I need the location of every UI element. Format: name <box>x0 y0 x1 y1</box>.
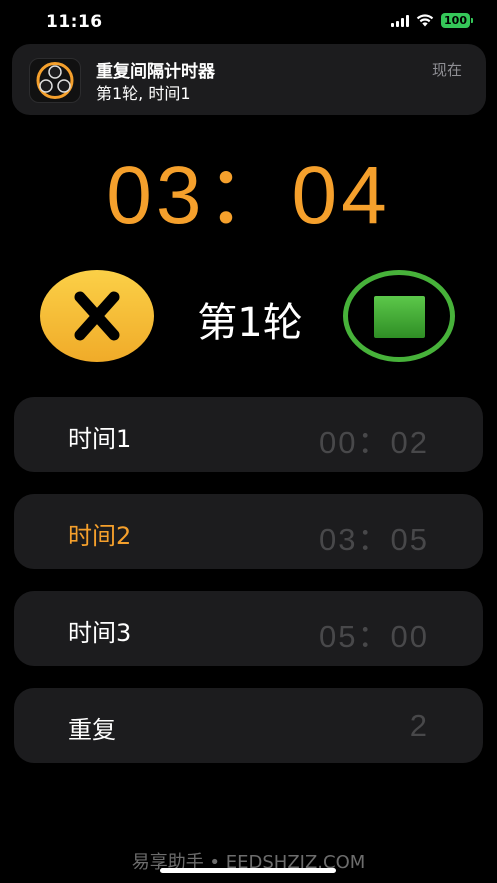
status-bar: 11:16 100 <box>0 0 497 44</box>
interval-label: 时间3 <box>68 619 132 647</box>
home-indicator[interactable] <box>160 868 336 873</box>
notification-time: 现在 <box>431 61 462 79</box>
repeat-label: 重复 <box>68 716 116 744</box>
interval-row-3[interactable]: 时间3 05：00 <box>14 591 483 666</box>
round-label: 第1轮 <box>197 300 303 346</box>
wifi-icon <box>416 14 434 27</box>
stop-square-icon <box>374 296 425 338</box>
notification-title: 重复间隔计时器 <box>96 62 215 82</box>
interval-value: 03：05 <box>319 522 429 557</box>
repeat-value: 2 <box>409 708 429 743</box>
battery-cap <box>471 18 473 23</box>
close-icon <box>74 291 120 341</box>
battery-icon: 100 <box>441 13 470 28</box>
interval-row-1[interactable]: 时间1 00：02 <box>14 397 483 472</box>
notification-body: 第1轮, 时间1 <box>96 84 191 103</box>
status-icons: 100 <box>391 13 473 28</box>
repeat-row[interactable]: 重复 2 <box>14 688 483 763</box>
interval-label: 时间2 <box>68 522 132 550</box>
notification-banner[interactable]: 重复间隔计时器 第1轮, 时间1 现在 <box>12 44 486 115</box>
stop-button[interactable] <box>343 270 455 362</box>
interval-value: 00：02 <box>319 425 429 460</box>
countdown-display: 03：04 <box>106 150 391 241</box>
status-time: 11:16 <box>46 12 103 32</box>
cancel-button[interactable] <box>40 270 154 362</box>
app-icon <box>29 58 81 103</box>
interval-value: 05：00 <box>319 619 429 654</box>
interval-row-2[interactable]: 时间2 03：05 <box>14 494 483 569</box>
cellular-signal-icon <box>391 14 410 27</box>
interval-label: 时间1 <box>68 425 132 453</box>
